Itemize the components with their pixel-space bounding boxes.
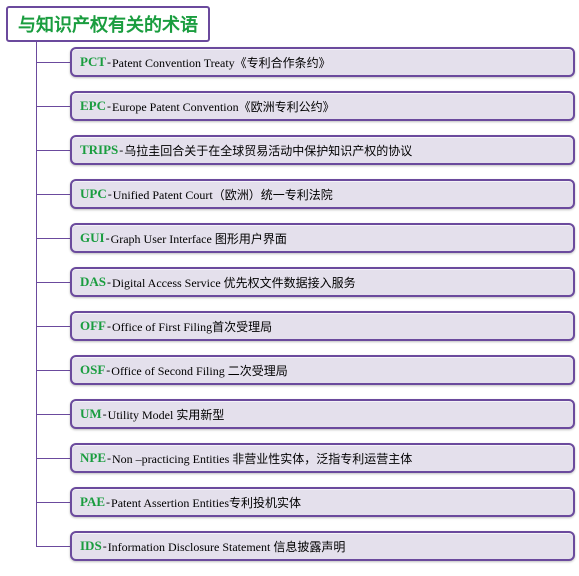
tree-branch bbox=[36, 458, 70, 459]
term-row: EPC- Europe Patent Convention《欧洲专利公约》 bbox=[36, 84, 575, 128]
term-abbr: NPE bbox=[80, 450, 106, 466]
tree-branch bbox=[36, 150, 70, 151]
term-box: UPC-Unified Patent Court（欧洲）统一专利法院 bbox=[70, 179, 575, 209]
term-row: PAE-Patent Assertion Entities专利投机实体 bbox=[36, 480, 575, 524]
term-row: IDS-Information Disclosure Statement 信息披… bbox=[36, 524, 575, 568]
term-abbr: DAS bbox=[80, 274, 106, 290]
term-row: DAS-Digital Access Service 优先权文件数据接入服务 bbox=[36, 260, 575, 304]
tree-branch bbox=[36, 546, 70, 547]
term-row: TRIPS-乌拉圭回合关于在全球贸易活动中保护知识产权的协议 bbox=[36, 128, 575, 172]
term-description: Digital Access Service 优先权文件数据接入服务 bbox=[112, 274, 356, 291]
tree-branch bbox=[36, 282, 70, 283]
term-row: UM-Utility Model 实用新型 bbox=[36, 392, 575, 436]
term-tree: PCT- Patent Convention Treaty《专利合作条约》 EPC… bbox=[36, 40, 575, 568]
term-description: Office of Second Filing 二次受理局 bbox=[111, 362, 287, 379]
term-row: NPE - Non –practicing Entities 非营业性实体，泛指… bbox=[36, 436, 575, 480]
term-abbr: OFF bbox=[80, 318, 106, 334]
tree-branch bbox=[36, 326, 70, 327]
tree-branch bbox=[36, 194, 70, 195]
term-box: NPE - Non –practicing Entities 非营业性实体，泛指… bbox=[70, 443, 575, 473]
term-row: UPC-Unified Patent Court（欧洲）统一专利法院 bbox=[36, 172, 575, 216]
term-row: GUI-Graph User Interface 图形用户界面 bbox=[36, 216, 575, 260]
term-box: PAE-Patent Assertion Entities专利投机实体 bbox=[70, 487, 575, 517]
term-description: Graph User Interface 图形用户界面 bbox=[111, 230, 287, 247]
term-box: EPC- Europe Patent Convention《欧洲专利公约》 bbox=[70, 91, 575, 121]
term-abbr: OSF bbox=[80, 362, 105, 378]
term-box: UM-Utility Model 实用新型 bbox=[70, 399, 575, 429]
term-description: Non –practicing Entities 非营业性实体，泛指专利运营主体 bbox=[112, 450, 412, 467]
term-abbr: PAE bbox=[80, 494, 105, 510]
term-abbr: UPC bbox=[80, 186, 107, 202]
term-box: OFF-Office of First Filing首次受理局 bbox=[70, 311, 575, 341]
term-box: GUI-Graph User Interface 图形用户界面 bbox=[70, 223, 575, 253]
term-abbr: EPC bbox=[80, 98, 106, 114]
term-description: Europe Patent Convention《欧洲专利公约》 bbox=[112, 98, 335, 115]
term-box: IDS-Information Disclosure Statement 信息披… bbox=[70, 531, 575, 561]
term-abbr: PCT bbox=[80, 54, 106, 70]
tree-branch bbox=[36, 62, 70, 63]
term-row: PCT- Patent Convention Treaty《专利合作条约》 bbox=[36, 40, 575, 84]
tree-branch bbox=[36, 414, 70, 415]
term-row: OSF-Office of Second Filing 二次受理局 bbox=[36, 348, 575, 392]
term-abbr: TRIPS bbox=[80, 142, 118, 158]
term-description: Patent Convention Treaty《专利合作条约》 bbox=[112, 54, 331, 71]
term-description: Patent Assertion Entities专利投机实体 bbox=[111, 494, 301, 511]
diagram-title: 与知识产权有关的术语 bbox=[6, 6, 210, 42]
term-description: Office of First Filing首次受理局 bbox=[112, 318, 272, 335]
term-box: DAS-Digital Access Service 优先权文件数据接入服务 bbox=[70, 267, 575, 297]
term-description: Utility Model 实用新型 bbox=[108, 406, 225, 423]
tree-branch bbox=[36, 502, 70, 503]
term-box: TRIPS-乌拉圭回合关于在全球贸易活动中保护知识产权的协议 bbox=[70, 135, 575, 165]
term-description: Unified Patent Court（欧洲）统一专利法院 bbox=[113, 186, 333, 203]
tree-branch bbox=[36, 370, 70, 371]
term-abbr: UM bbox=[80, 406, 102, 422]
term-row: OFF-Office of First Filing首次受理局 bbox=[36, 304, 575, 348]
term-box: PCT- Patent Convention Treaty《专利合作条约》 bbox=[70, 47, 575, 77]
tree-branch bbox=[36, 106, 70, 107]
term-box: OSF-Office of Second Filing 二次受理局 bbox=[70, 355, 575, 385]
term-abbr: IDS bbox=[80, 538, 102, 554]
term-abbr: GUI bbox=[80, 230, 105, 246]
term-description: Information Disclosure Statement 信息披露声明 bbox=[108, 538, 346, 555]
tree-branch bbox=[36, 238, 70, 239]
term-description: 乌拉圭回合关于在全球贸易活动中保护知识产权的协议 bbox=[124, 142, 412, 159]
